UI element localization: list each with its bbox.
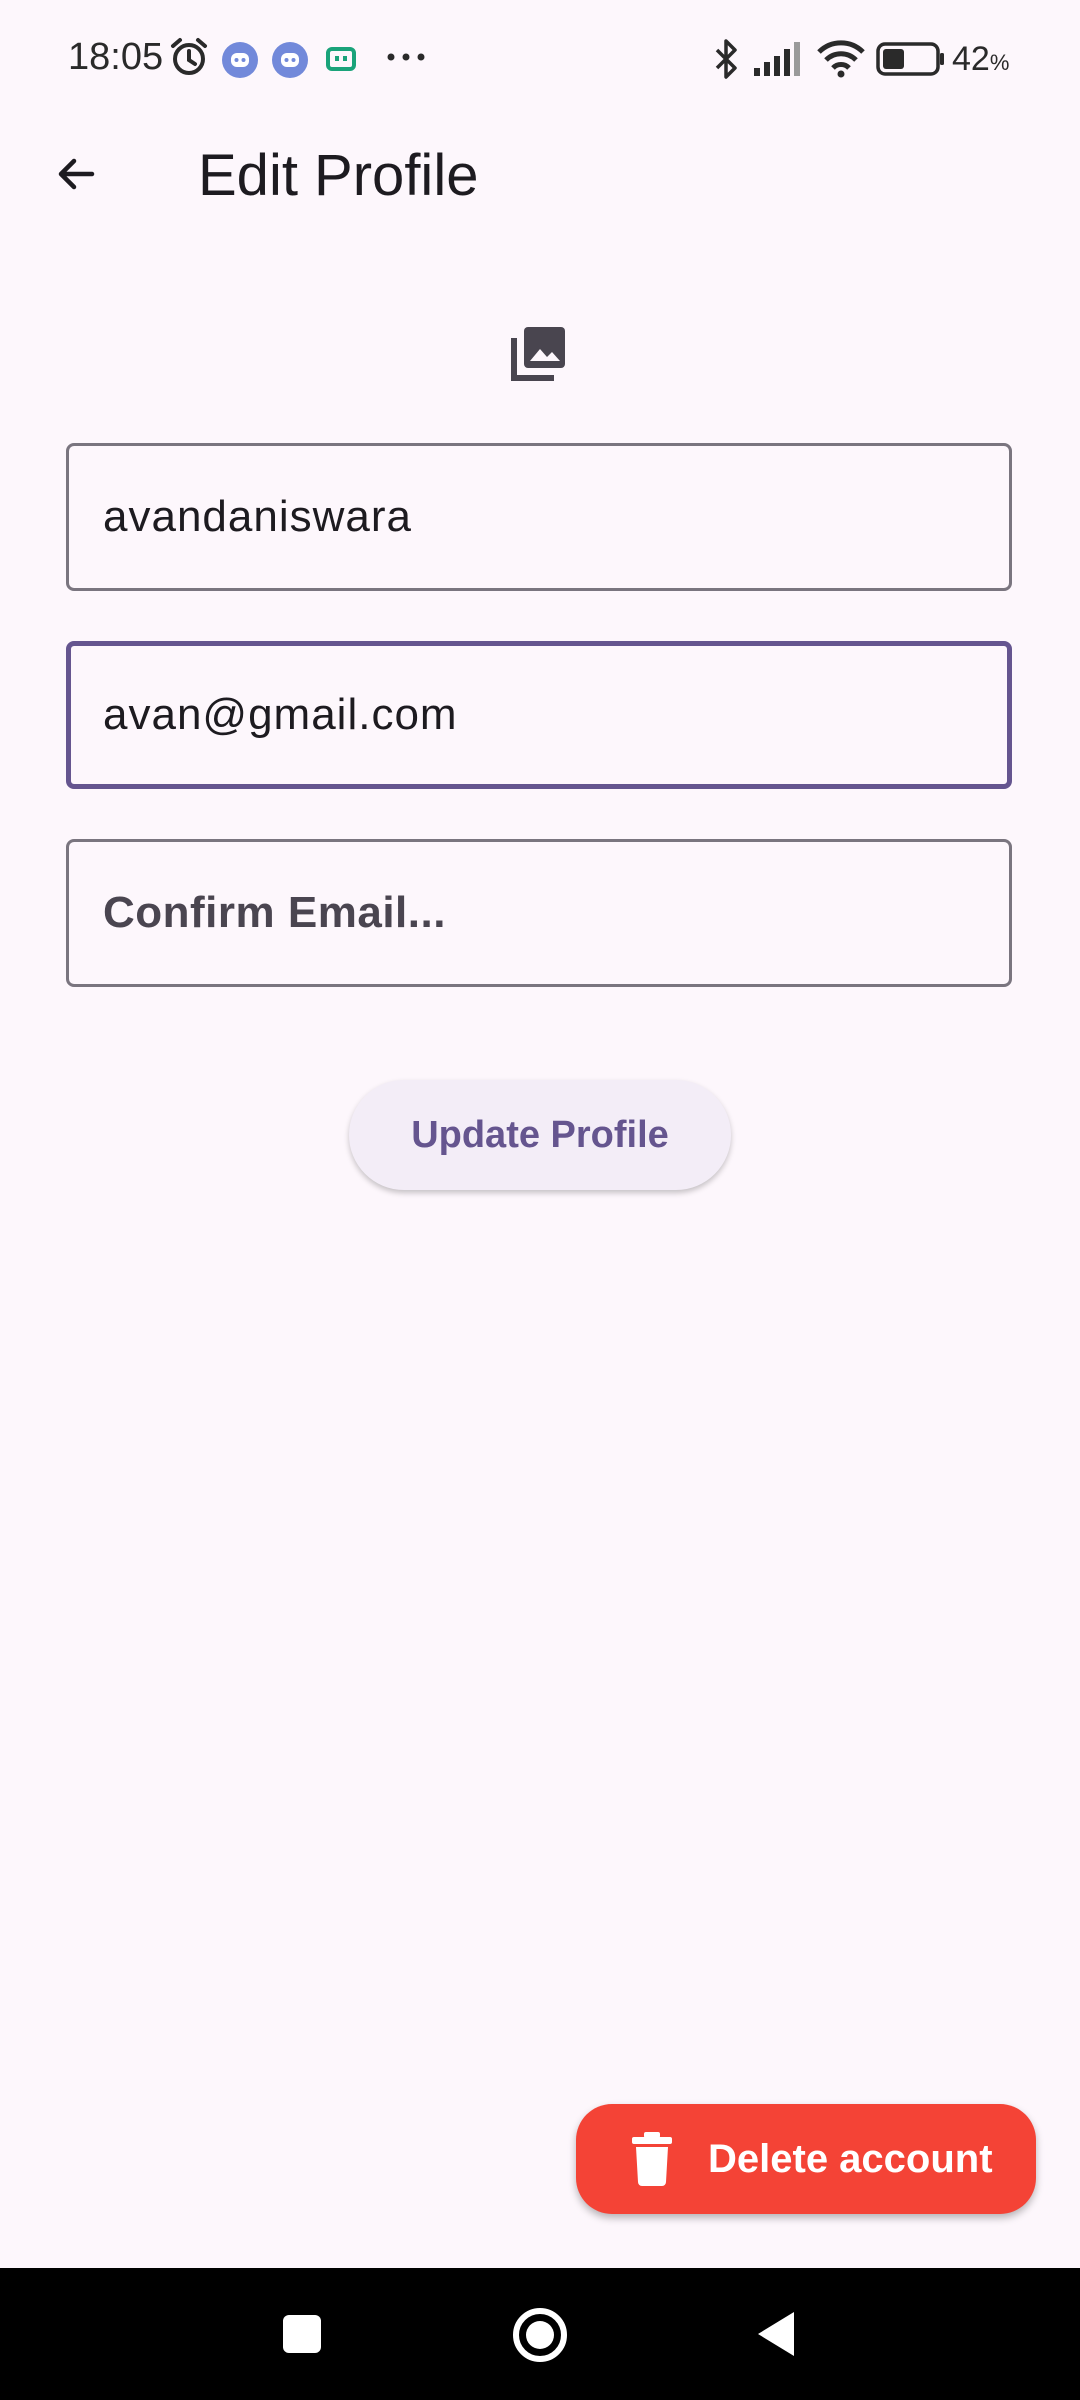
trash-icon bbox=[630, 2132, 674, 2191]
wifi-icon bbox=[816, 38, 866, 83]
system-nav-bar bbox=[0, 2268, 1080, 2400]
confirm-email-field[interactable]: Confirm Email... bbox=[66, 839, 1012, 987]
notification-app-icon bbox=[326, 46, 356, 77]
app-bar: Edit Profile bbox=[0, 120, 1080, 220]
back-button[interactable] bbox=[756, 2310, 796, 2363]
more-dots-icon bbox=[386, 50, 426, 68]
arrow-back-icon bbox=[52, 150, 100, 203]
email-field[interactable]: avan@gmail.com bbox=[66, 641, 1012, 789]
alarm-icon bbox=[168, 36, 210, 83]
battery-icon bbox=[876, 42, 946, 81]
page-title: Edit Profile bbox=[198, 143, 479, 208]
confirm-email-placeholder: Confirm Email... bbox=[103, 888, 446, 937]
recents-button[interactable] bbox=[283, 2315, 321, 2353]
status-time: 18:05 bbox=[68, 36, 164, 78]
update-profile-button[interactable]: Update Profile bbox=[349, 1080, 731, 1190]
username-value: avandaniswara bbox=[103, 492, 412, 541]
bluetooth-icon bbox=[712, 38, 742, 85]
back-button[interactable] bbox=[40, 140, 112, 212]
battery-percent: 42% bbox=[952, 40, 1010, 78]
update-profile-label: Update Profile bbox=[411, 1113, 669, 1156]
home-button[interactable] bbox=[512, 2307, 568, 2368]
discord-icon bbox=[222, 42, 258, 83]
delete-account-button[interactable]: Delete account bbox=[576, 2104, 1036, 2214]
delete-account-label: Delete account bbox=[708, 2137, 993, 2181]
discord-icon bbox=[272, 42, 308, 83]
email-value: avan@gmail.com bbox=[103, 690, 458, 739]
status-bar: 18:05 42% bbox=[0, 0, 1080, 120]
photo-library-icon bbox=[510, 324, 568, 387]
username-field[interactable]: avandaniswara bbox=[66, 443, 1012, 591]
signal-icon bbox=[754, 42, 802, 81]
profile-image-picker[interactable] bbox=[506, 322, 572, 388]
